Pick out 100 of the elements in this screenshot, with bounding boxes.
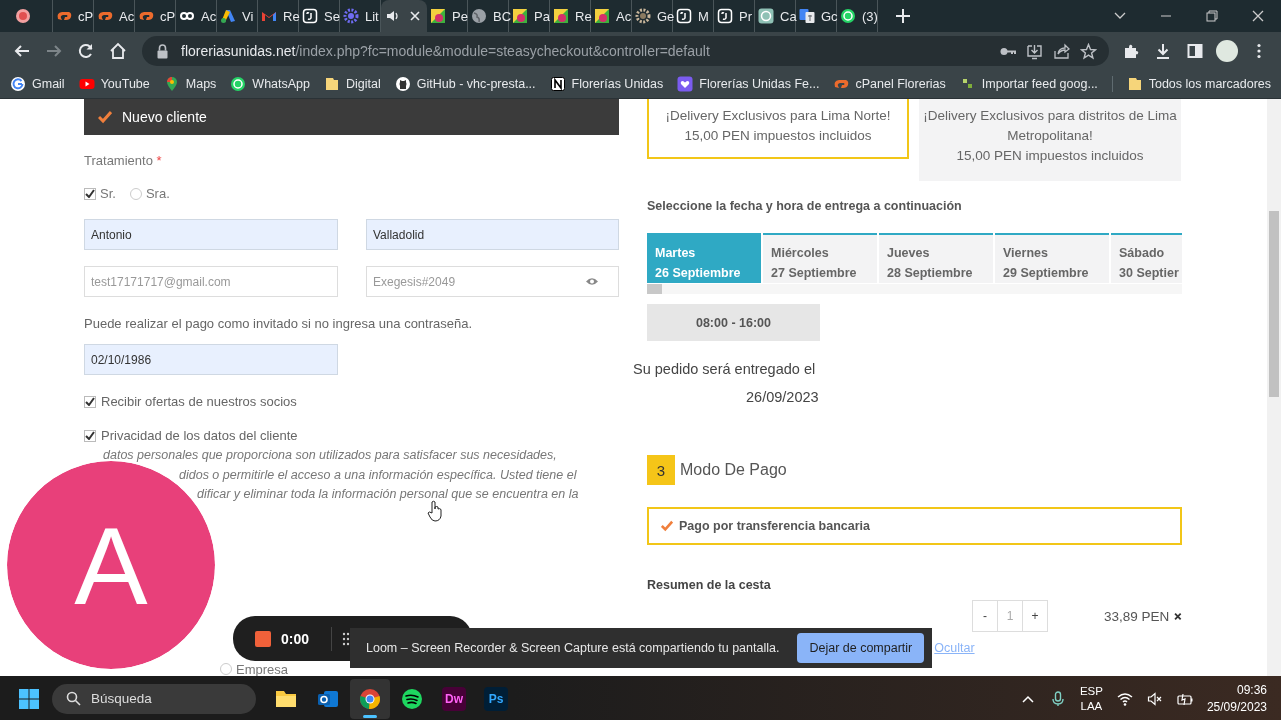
music-app-icon <box>400 686 424 711</box>
section-title: Seleccione la fecha y hora de entrega a continuación <box>647 199 963 213</box>
badge-app-icon <box>430 8 446 24</box>
bookmark[interactable]: Florerías Unidas <box>549 76 664 92</box>
birthdate-field[interactable]: 02/10/1986 <box>84 344 338 375</box>
translate-icon <box>799 8 815 24</box>
bookmark[interactable]: Florerías Unidas Fe... <box>677 76 820 92</box>
checkbox[interactable] <box>84 429 96 442</box>
badge-app-icon <box>512 8 528 24</box>
bookmark[interactable]: cPanel Florerias <box>833 76 946 92</box>
bookmark[interactable]: YouTube <box>78 76 150 92</box>
bookmark[interactable]: Gmail <box>10 76 65 92</box>
password-field[interactable]: Exegesis#2049 <box>366 266 619 297</box>
square-logo-icon <box>717 8 733 24</box>
reload-icon[interactable] <box>77 42 95 60</box>
clock-time[interactable]: 09:36 <box>1236 681 1267 699</box>
radio-button[interactable] <box>129 187 142 200</box>
radio-button[interactable] <box>220 663 232 676</box>
section-title: Nuevo cliente <box>122 109 207 125</box>
checkbox-label: Privacidad de los datos del cliente <box>101 428 298 443</box>
home-icon[interactable] <box>109 42 127 60</box>
ps-app-icon[interactable]: Ps <box>484 686 508 711</box>
side-panel-icon[interactable] <box>1186 42 1204 60</box>
octocat-icon <box>394 76 411 92</box>
privacy-text: datos personales que proporciona son utilizados para satisfacer sus necesidades, <box>102 447 558 464</box>
knot-logo-icon <box>758 8 774 24</box>
item-price: 33,89 PEN <box>1104 608 1170 624</box>
date-tab[interactable]: Miércoles 27 Septiembre <box>763 233 877 283</box>
bookmark[interactable]: GitHub - vhc-presta... <box>394 76 536 92</box>
address-bar[interactable]: floreriasunidas.net/index.php?fc=module&module=steasycheckout&controller=default <box>142 36 1109 66</box>
notion-logo-icon <box>549 76 566 92</box>
section-title: Resumen de la cesta <box>647 578 772 592</box>
time-slot-button[interactable]: 08:00 - 16:00 <box>647 304 820 341</box>
badge-app-icon <box>553 8 569 24</box>
privacy-text: dificar y eliminar toda la información personal que se encuentra en la <box>196 486 580 504</box>
clock-date[interactable]: 25/09/2023 <box>1206 698 1267 716</box>
hand-cursor-icon <box>427 500 443 522</box>
remove-icon[interactable] <box>1174 610 1182 622</box>
bookmark[interactable]: WhatsApp <box>230 76 311 92</box>
gear-icon <box>635 8 651 24</box>
record-icon <box>15 8 31 24</box>
eye-icon[interactable] <box>585 276 599 287</box>
chrome-icon <box>358 686 382 711</box>
payment-option[interactable]: Pago por transferencia bancaria <box>647 507 1182 545</box>
microphone-icon[interactable] <box>1049 690 1066 707</box>
triangle-logo-icon <box>220 8 236 24</box>
stop-sharing-button[interactable]: Dejar de compartir <box>797 633 925 663</box>
option-label: Sr. <box>100 186 116 201</box>
stop-record-button[interactable] <box>255 630 271 647</box>
play-icon <box>78 76 95 92</box>
search-icon <box>66 691 81 706</box>
share-icon[interactable] <box>1053 42 1070 60</box>
square-logo-icon <box>302 8 318 24</box>
bookmark[interactable]: Digital <box>324 76 381 92</box>
input-field[interactable]: Valladolid <box>366 219 619 250</box>
badge-app-icon <box>594 8 610 24</box>
drag-handle-icon[interactable] <box>342 631 351 646</box>
star-icon[interactable] <box>1080 42 1097 60</box>
email-field[interactable]: test17171717@gmail.com <box>84 266 338 297</box>
taskbar-app[interactable]: Dw <box>434 678 474 719</box>
taskbar-app[interactable] <box>350 678 390 719</box>
taskbar-app[interactable]: Ps <box>476 678 516 719</box>
delivery-note: Su pedido será entregado el <box>633 361 817 377</box>
language-indicator[interactable]: ESP <box>1079 683 1103 699</box>
bookmark-folder[interactable]: Todos los marcadores <box>1126 76 1271 92</box>
bookmark[interactable]: Importar feed goog... <box>959 76 1098 92</box>
shipping-option[interactable]: ¡Delivery Exclusivos para Lima Norte! 15,00 PEN impuestos incluidos <box>647 99 909 159</box>
whatsapp-icon <box>840 8 856 24</box>
checkbox[interactable] <box>84 395 96 408</box>
keyboard-layout[interactable]: LAA <box>1080 698 1103 714</box>
required-mark: * <box>156 153 162 168</box>
browser-tab[interactable] <box>381 0 427 32</box>
bookmark[interactable]: Maps <box>163 76 217 92</box>
date-tab[interactable]: Sábado 30 Septier <box>1111 233 1182 283</box>
record-timer: 0:00 <box>281 630 310 647</box>
date-tab[interactable]: Jueves 28 Septiembre <box>879 233 993 283</box>
windows-start-icon[interactable] <box>18 687 40 710</box>
folder-icon <box>324 76 341 92</box>
muted-speaker-icon[interactable] <box>1146 690 1163 707</box>
step-number: 3 <box>647 455 675 485</box>
wifi-icon[interactable] <box>1116 690 1133 707</box>
dw-app-icon[interactable]: Dw <box>442 686 466 711</box>
download-icon[interactable] <box>1154 42 1172 60</box>
scrollbar[interactable] <box>1267 99 1281 676</box>
scroll-track[interactable] <box>647 284 1182 294</box>
delivery-date: 26/09/2023 <box>746 389 820 405</box>
square-logo-icon <box>676 8 692 24</box>
checkbox[interactable] <box>84 187 96 200</box>
flower-icon <box>343 8 359 24</box>
google-logo-icon <box>10 76 26 92</box>
puzzle-icon[interactable] <box>1122 42 1140 60</box>
checkbox-label: Recibir ofertas de nuestros socios <box>101 394 297 409</box>
search-field[interactable]: Búsqueda <box>52 683 256 714</box>
shipping-option[interactable]: ¡Delivery Exclusivos para distritos de Lima Metropolitana! 15,00 PEN impuestos incluidos <box>919 99 1181 181</box>
install-icon[interactable] <box>1026 42 1043 60</box>
step-title: Modo De Pago <box>680 461 787 479</box>
input-field[interactable]: Antonio <box>84 219 338 250</box>
date-tab[interactable]: Viernes 29 Septiembre <box>995 233 1109 283</box>
profile-avatar[interactable] <box>1216 40 1238 62</box>
speaker-icon <box>385 8 401 24</box>
